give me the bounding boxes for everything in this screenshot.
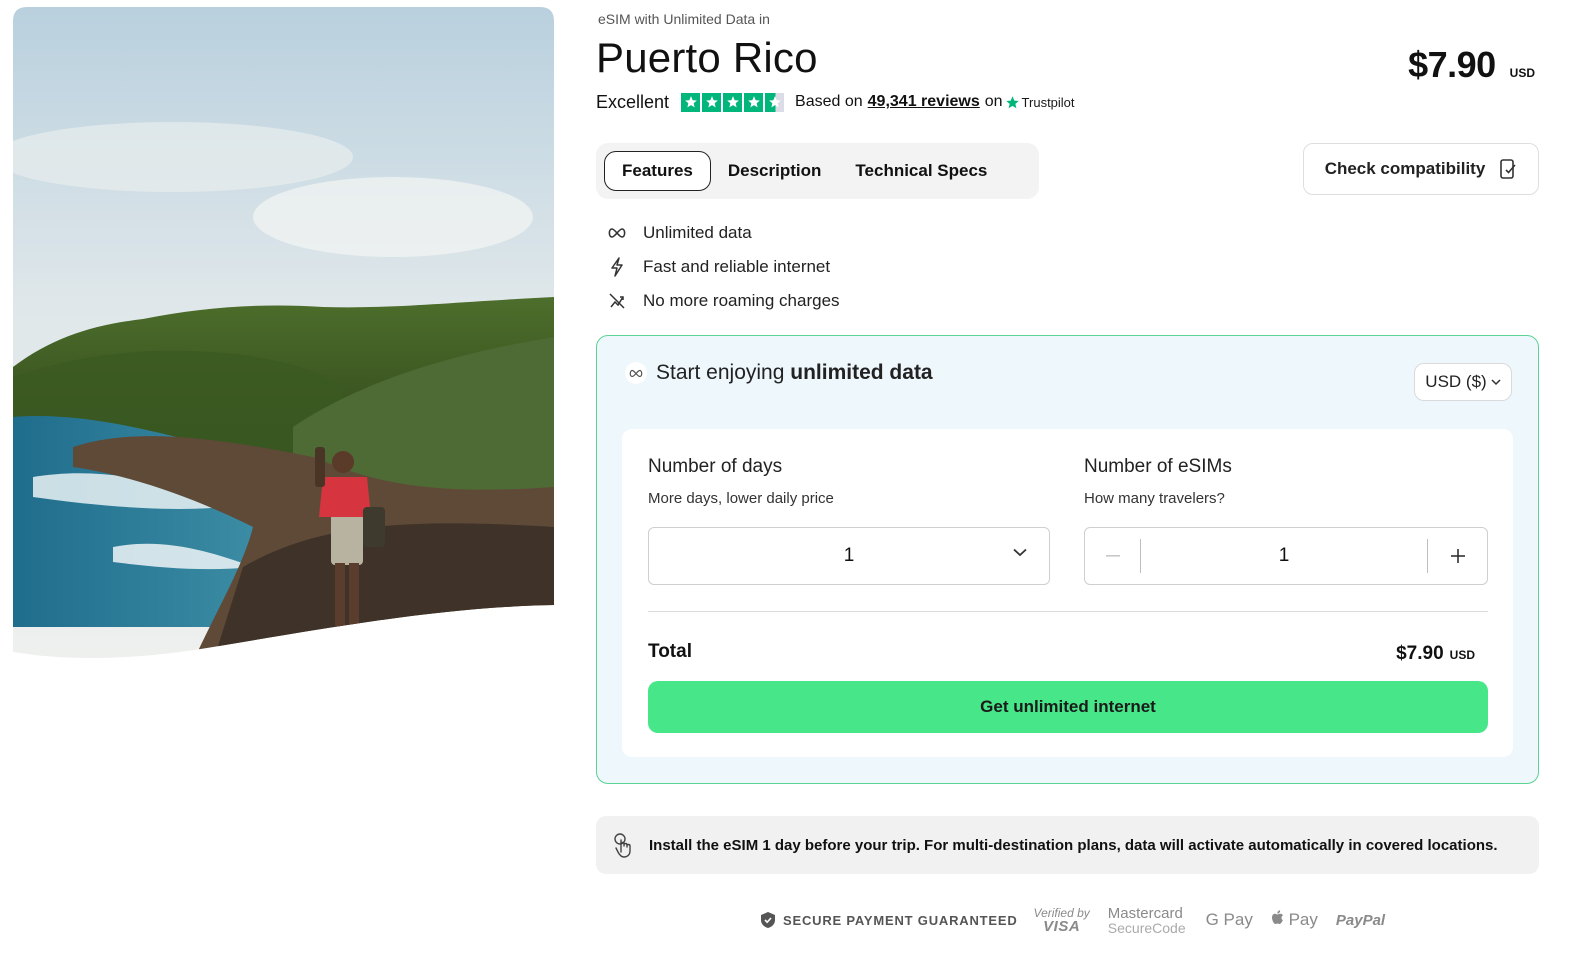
page-title: Puerto Rico xyxy=(596,34,818,81)
secure-payment: SECURE PAYMENT GUARANTEED xyxy=(760,911,1018,929)
paypal-logo: PayPal xyxy=(1335,911,1386,929)
feature-label: Unlimited data xyxy=(643,223,752,242)
notice-text: Install the eSIM 1 day before your trip.… xyxy=(649,836,1498,854)
plus-icon xyxy=(1451,549,1465,563)
star-icon xyxy=(744,92,764,112)
esims-value[interactable]: 1 xyxy=(1141,528,1427,584)
shield-check-icon xyxy=(761,912,775,928)
trustpilot-name: Trustpilot xyxy=(1021,94,1075,110)
check-compatibility-button[interactable]: Check compatibility xyxy=(1303,143,1539,195)
trustpilot-rating: Excellent Based on 49,341 reviews on Tru… xyxy=(596,90,1075,114)
currency-value: USD ($) xyxy=(1425,372,1487,391)
coastline-photo xyxy=(13,7,554,659)
hero-image xyxy=(13,7,554,662)
divider xyxy=(648,611,1488,612)
infinity-icon xyxy=(625,362,647,384)
total-currency: USD xyxy=(1449,648,1475,662)
star-icon xyxy=(681,92,701,112)
infinity-icon xyxy=(606,222,628,244)
chevron-down-icon xyxy=(1013,548,1027,557)
esims-subtitle: How many travelers? xyxy=(1084,490,1225,507)
install-notice: Install the eSIM 1 day before your trip.… xyxy=(596,816,1539,874)
purchase-card: Start enjoying unlimited data USD ($) Nu… xyxy=(596,335,1539,784)
verified-by-text: Verified by xyxy=(1033,905,1090,920)
days-title: Number of days xyxy=(648,456,783,477)
days-subtitle: More days, lower daily price xyxy=(648,490,834,507)
apple-icon xyxy=(1271,910,1283,924)
feature-list: Unlimited data Fast and reliable interne… xyxy=(606,216,840,318)
rating-stars xyxy=(681,92,785,112)
rating-on: on xyxy=(984,93,1003,110)
mastercard-text: Mastercard xyxy=(1107,904,1183,922)
plan-options: Number of days More days, lower daily pr… xyxy=(622,429,1513,757)
header-price: $7.90 USD xyxy=(1408,44,1535,86)
card-heading-plain: Start enjoying xyxy=(656,361,785,384)
tab-description[interactable]: Description xyxy=(711,151,839,191)
google-pay-logo: G Pay xyxy=(1205,910,1253,929)
feature-label: No more roaming charges xyxy=(643,291,840,310)
half-star-icon xyxy=(765,92,785,112)
increment-button[interactable] xyxy=(1429,528,1487,584)
total-price: $7.90 USD xyxy=(1396,643,1475,665)
feature-item: Fast and reliable internet xyxy=(606,250,840,284)
no-roaming-icon xyxy=(606,290,628,312)
card-heading: Start enjoying unlimited data xyxy=(625,361,933,385)
price-amount: $7.90 xyxy=(1408,44,1496,85)
visa-text: VISA xyxy=(1043,917,1081,935)
feature-label: Fast and reliable internet xyxy=(643,257,831,276)
total-amount: $7.90 xyxy=(1396,643,1444,664)
payment-methods: SECURE PAYMENT GUARANTEED Verified by VI… xyxy=(760,903,1385,937)
price-currency: USD xyxy=(1509,66,1535,80)
card-heading-bold: unlimited data xyxy=(790,361,933,384)
secure-payment-label: SECURE PAYMENT GUARANTEED xyxy=(783,912,1018,928)
feature-item: Unlimited data xyxy=(606,216,840,250)
days-select[interactable]: 1 xyxy=(648,527,1050,585)
esims-stepper: 1 xyxy=(1084,527,1488,585)
total-label: Total xyxy=(648,641,692,662)
minus-icon xyxy=(1106,555,1120,557)
securecode-text: SecureCode xyxy=(1107,919,1186,936)
check-compatibility-label: Check compatibility xyxy=(1324,159,1486,178)
reviews-link[interactable]: 49,341 reviews xyxy=(868,93,980,111)
chevron-down-icon xyxy=(1491,378,1501,385)
feature-item: No more roaming charges xyxy=(606,284,840,318)
trustpilot-logo: Trustpilot xyxy=(1005,95,1075,110)
star-icon xyxy=(723,92,743,112)
tab-technical-specs[interactable]: Technical Specs xyxy=(838,151,1004,191)
product-tabs: Features Description Technical Specs xyxy=(596,143,1039,199)
apple-pay-text: Pay xyxy=(1288,910,1318,929)
lightning-icon xyxy=(606,256,628,278)
esims-title: Number of eSIMs xyxy=(1084,456,1232,477)
trustpilot-star-icon xyxy=(1005,95,1019,108)
days-value: 1 xyxy=(843,545,855,566)
rating-based-on: Based on xyxy=(795,93,863,110)
tap-hand-icon xyxy=(614,833,631,858)
get-unlimited-internet-button[interactable]: Get unlimited internet xyxy=(648,681,1488,733)
decrement-button[interactable] xyxy=(1085,528,1141,584)
stepper-divider xyxy=(1427,539,1428,573)
star-icon xyxy=(702,92,722,112)
currency-select[interactable]: USD ($) xyxy=(1414,363,1512,401)
card-heading-text: Start enjoying unlimited data xyxy=(656,361,933,385)
verified-by-visa-logo: Verified by VISA xyxy=(1034,907,1090,934)
product-eyebrow: eSIM with Unlimited Data in xyxy=(598,11,770,27)
rating-label: Excellent xyxy=(596,91,670,112)
phone-check-icon xyxy=(1500,159,1516,179)
apple-pay-logo: Pay xyxy=(1271,910,1318,930)
tab-features[interactable]: Features xyxy=(604,151,711,191)
mastercard-securecode-logo: Mastercard SecureCode xyxy=(1108,906,1186,935)
